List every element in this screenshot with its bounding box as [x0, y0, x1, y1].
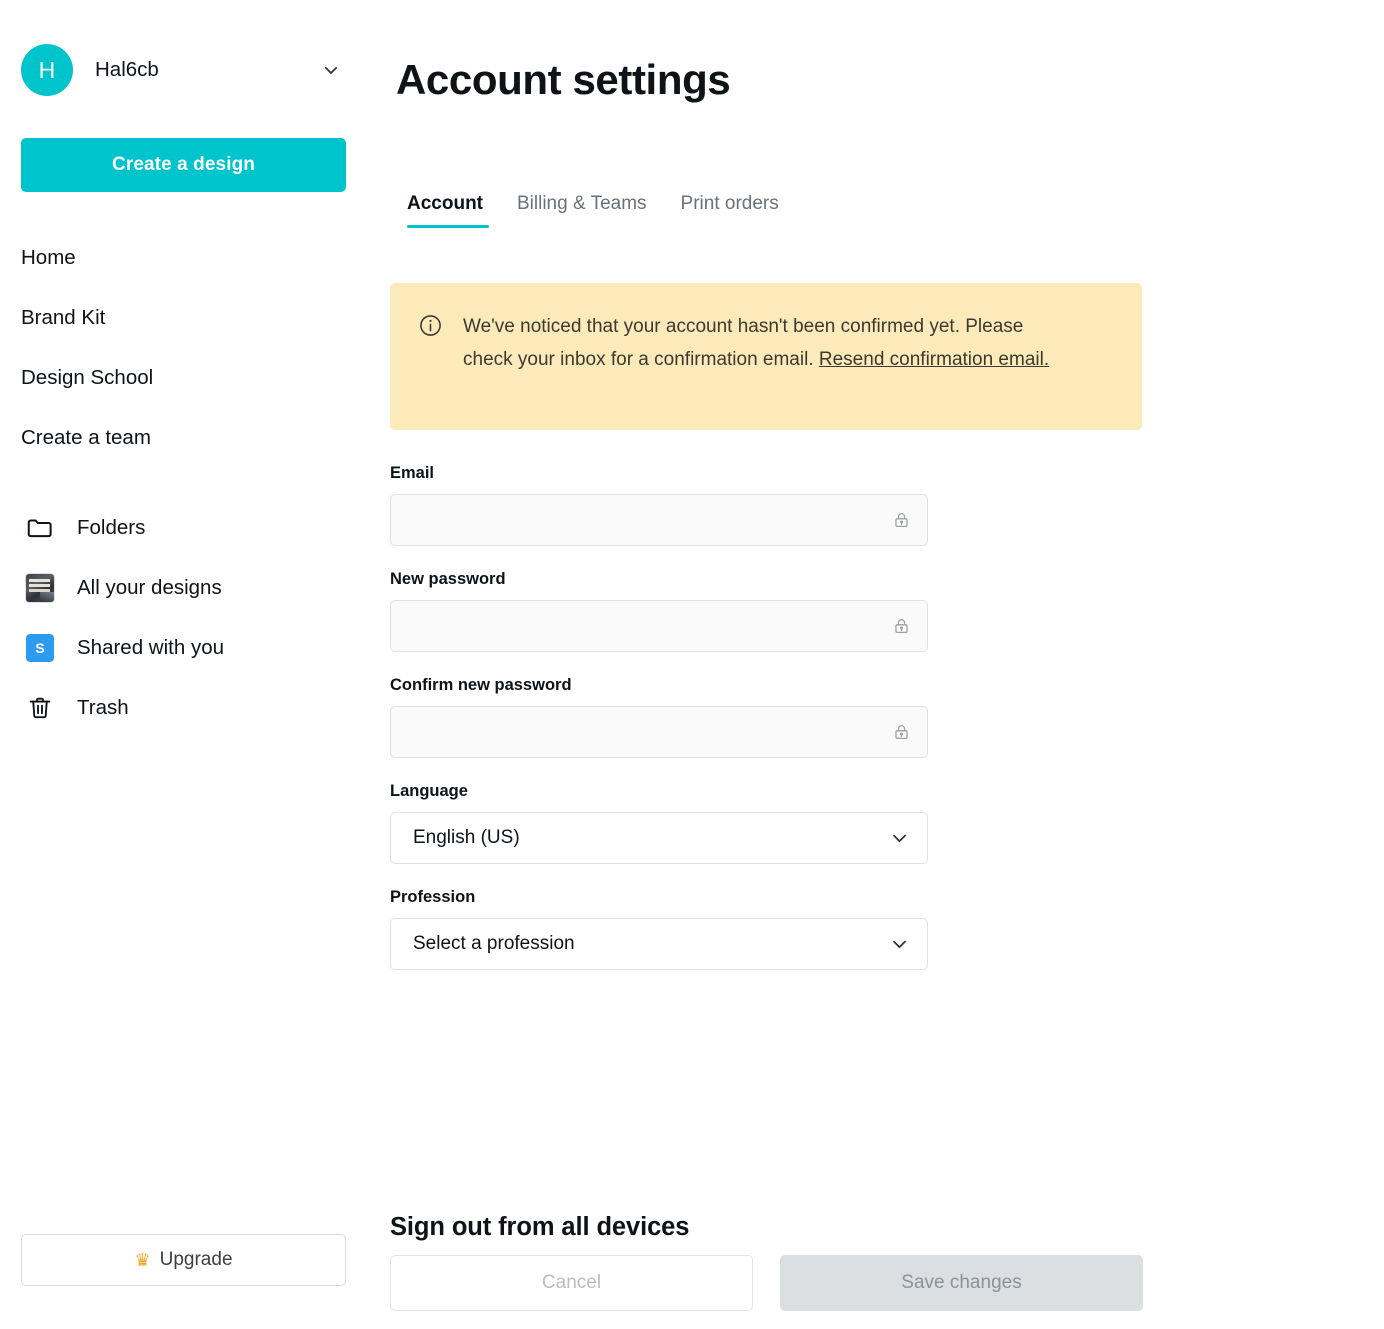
sidebar-item-home[interactable]: Home: [0, 228, 382, 288]
chevron-down-icon: [890, 829, 909, 848]
upgrade-button[interactable]: ♛ Upgrade: [21, 1234, 346, 1286]
language-field-group: Language English (US): [390, 782, 936, 864]
sidebar-item-shared-with-you[interactable]: S Shared with you: [0, 618, 382, 678]
settings-tabs: Account Billing & Teams Print orders: [396, 193, 796, 228]
main-content: Account settings Account Billing & Teams…: [382, 0, 1384, 1329]
tab-billing-and-teams[interactable]: Billing & Teams: [500, 193, 664, 228]
upgrade-label: Upgrade: [160, 1249, 233, 1271]
confirm-password-label: Confirm new password: [390, 676, 936, 695]
avatar: H: [21, 44, 73, 96]
design-thumbnail-icon: [24, 572, 56, 604]
sign-out-all-devices-heading: Sign out from all devices: [390, 1213, 689, 1242]
chevron-down-icon: [890, 935, 909, 954]
sidebar-item-label: Shared with you: [77, 636, 224, 660]
new-password-label: New password: [390, 570, 936, 589]
crown-icon: ♛: [134, 1251, 150, 1269]
sidebar-item-all-your-designs[interactable]: All your designs: [0, 558, 382, 618]
create-a-design-button[interactable]: Create a design: [21, 138, 346, 192]
trash-icon: [24, 692, 56, 724]
account-not-confirmed-banner: We've noticed that your account hasn't b…: [390, 283, 1142, 430]
folder-icon: [24, 512, 56, 544]
sidebar-item-brand-kit[interactable]: Brand Kit: [0, 288, 382, 348]
sidebar-item-create-a-team[interactable]: Create a team: [0, 408, 382, 468]
profession-label: Profession: [390, 888, 936, 907]
sidebar-secondary-nav: Folders All your designs S Shared with y…: [0, 498, 382, 738]
language-label: Language: [390, 782, 936, 801]
chevron-down-icon: [322, 61, 340, 79]
tab-print-orders[interactable]: Print orders: [664, 193, 796, 228]
banner-text: We've noticed that your account hasn't b…: [463, 310, 1063, 376]
sidebar-item-label: Home: [21, 246, 76, 270]
resend-confirmation-email-link[interactable]: Resend confirmation email.: [819, 349, 1049, 370]
cancel-button[interactable]: Cancel: [390, 1255, 753, 1311]
new-password-input[interactable]: [390, 600, 928, 652]
email-input[interactable]: [390, 494, 928, 546]
email-label: Email: [390, 464, 936, 483]
new-password-field-group: New password: [390, 570, 936, 652]
user-account-switcher[interactable]: H Hal6cb: [21, 44, 346, 96]
sidebar-item-folders[interactable]: Folders: [0, 498, 382, 558]
sidebar-item-label: Design School: [21, 366, 153, 390]
page-title: Account settings: [396, 56, 730, 104]
profession-field-group: Profession Select a profession: [390, 888, 936, 970]
sidebar-item-trash[interactable]: Trash: [0, 678, 382, 738]
shared-icon-letter: S: [26, 634, 54, 662]
sidebar-item-label: Create a team: [21, 426, 151, 450]
account-form: Email New password: [390, 464, 936, 994]
sidebar-item-label: Folders: [77, 516, 145, 540]
tab-account[interactable]: Account: [396, 193, 500, 228]
language-selected-value: English (US): [413, 827, 520, 849]
sidebar-primary-nav: Home Brand Kit Design School Create a te…: [0, 228, 382, 468]
email-field-group: Email: [390, 464, 936, 546]
confirm-password-input-wrap: [390, 706, 928, 758]
new-password-input-wrap: [390, 600, 928, 652]
sidebar-item-design-school[interactable]: Design School: [0, 348, 382, 408]
form-actions: Cancel Save changes: [390, 1255, 1143, 1311]
profession-select[interactable]: Select a profession: [390, 918, 928, 970]
profession-selected-value: Select a profession: [413, 933, 575, 955]
sidebar-item-label: Brand Kit: [21, 306, 105, 330]
email-input-wrap: [390, 494, 928, 546]
sidebar-item-label: Trash: [77, 696, 129, 720]
shared-s-icon: S: [24, 632, 56, 664]
confirm-password-input[interactable]: [390, 706, 928, 758]
sidebar-item-label: All your designs: [77, 576, 222, 600]
account-settings-page: H Hal6cb Create a design Home Brand Kit …: [0, 0, 1384, 1329]
language-select[interactable]: English (US): [390, 812, 928, 864]
sidebar: H Hal6cb Create a design Home Brand Kit …: [0, 0, 382, 1329]
info-circle-icon: [418, 313, 443, 338]
confirm-password-field-group: Confirm new password: [390, 676, 936, 758]
user-name: Hal6cb: [95, 58, 322, 82]
save-changes-button[interactable]: Save changes: [780, 1255, 1143, 1311]
